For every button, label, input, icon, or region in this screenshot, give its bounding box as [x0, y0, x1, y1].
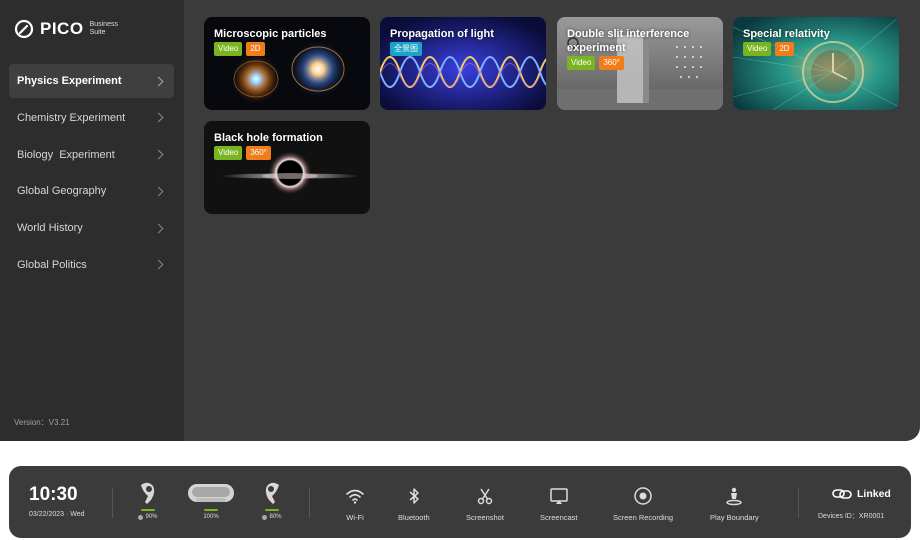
sidebar-item-label: Biology Experiment: [17, 148, 115, 161]
sidebar: PICO Business Suite Physics Experiment C…: [0, 0, 184, 441]
battery-level-bar: [204, 509, 218, 511]
brand-logo: PICO Business Suite: [14, 19, 130, 39]
card-title: Special relativity: [743, 28, 830, 40]
divider: [798, 488, 799, 518]
tag-video: Video: [214, 146, 243, 160]
status-bar: 10:30 03/22/2023 · Wed 90% 100% 80% Wi-F…: [9, 466, 911, 538]
scissors-icon: [477, 488, 493, 505]
sidebar-item-label: Physics Experiment: [17, 75, 122, 87]
sidebar-item-label: Global Geography: [17, 185, 107, 198]
screen-recording-label: Screen Recording: [613, 513, 674, 522]
content-card-black-hole[interactable]: Black hole formation Video 360°: [204, 121, 370, 214]
sidebar-item-history[interactable]: World History: [9, 211, 174, 245]
headset-icon: [188, 484, 234, 502]
chevron-right-icon: [153, 76, 164, 86]
card-tags: 全景图: [390, 42, 422, 56]
tag-panorama: 全景图: [390, 42, 422, 56]
content-card-propagation-of-light[interactable]: Propagation of light 全景图: [380, 17, 546, 110]
tag-format: 2D: [775, 42, 794, 56]
card-tags: Video 360°: [214, 146, 271, 160]
link-status-label: Linked: [857, 488, 891, 500]
link-status: Linked: [832, 488, 891, 500]
category-nav: Physics Experiment Chemistry Experiment …: [9, 64, 174, 285]
card-title: Propagation of light: [390, 28, 494, 40]
bluetooth-label: Bluetooth: [398, 513, 430, 522]
card-title: Black hole formation: [214, 132, 323, 144]
play-boundary-label: Play Boundary: [710, 513, 759, 522]
bluetooth-icon: [409, 488, 419, 504]
screenshot-button[interactable]: Screenshot: [466, 486, 504, 522]
clock-date: 03/22/2023 · Wed: [29, 511, 85, 518]
link-icon: [832, 489, 852, 499]
controller-dot-icon: [262, 514, 268, 520]
screencast-icon: [550, 488, 568, 504]
pico-logo-icon: [14, 19, 34, 39]
chevron-right-icon: [153, 223, 164, 234]
screencast-button[interactable]: Screencast: [540, 486, 578, 522]
sidebar-item-label: Global Politics: [17, 258, 87, 271]
card-tags: Video 360°: [567, 56, 624, 70]
card-title: Microscopic particles: [214, 28, 327, 40]
chevron-right-icon: [153, 186, 164, 197]
battery-level-bar: [141, 509, 155, 511]
brand-subtitle: Business Suite: [89, 21, 118, 36]
card-title: Double slit interference experiment: [567, 28, 690, 54]
screenshot-label: Screenshot: [466, 513, 504, 522]
main-window: PICO Business Suite Physics Experiment C…: [0, 0, 920, 441]
content-card-double-slit[interactable]: Double slit interference experiment Vide…: [557, 17, 723, 110]
screen-recording-button[interactable]: Screen Recording: [613, 486, 673, 522]
battery-level-bar: [265, 509, 279, 511]
battery-label: 90%: [138, 514, 158, 520]
play-boundary-button[interactable]: Play Boundary: [710, 486, 759, 522]
tag-format: 360°: [246, 146, 271, 160]
sidebar-item-politics[interactable]: Global Politics: [9, 248, 174, 282]
chevron-right-icon: [153, 112, 164, 123]
tag-format: 360°: [599, 56, 624, 70]
controller-right-status: 80%: [259, 480, 285, 520]
sidebar-item-biology[interactable]: Biology Experiment: [9, 138, 174, 172]
sidebar-item-geography[interactable]: Global Geography: [9, 174, 174, 208]
sidebar-item-label: Chemistry Experiment: [17, 111, 126, 124]
tag-video: Video: [567, 56, 596, 70]
wifi-button[interactable]: Wi-Fi: [345, 486, 365, 522]
chevron-right-icon: [153, 260, 164, 270]
wifi-icon: [346, 489, 364, 504]
sidebar-item-label: World History: [17, 222, 83, 235]
card-tags: Video 2D: [214, 42, 265, 56]
headset-status: 100%: [186, 480, 236, 520]
chevron-right-icon: [153, 149, 164, 160]
brand-name: PICO: [40, 19, 84, 38]
sidebar-item-physics[interactable]: Physics Experiment: [9, 64, 174, 98]
controller-dot-icon: [138, 514, 144, 520]
tag-video: Video: [743, 42, 772, 56]
device-id: Devices ID：XR0001: [818, 513, 885, 520]
play-boundary-icon: [726, 487, 743, 506]
battery-label: 100%: [203, 514, 219, 520]
battery-label: 80%: [262, 514, 282, 520]
controller-right-icon: [265, 482, 279, 504]
screencast-label: Screencast: [540, 513, 578, 522]
wifi-label: Wi-Fi: [346, 513, 364, 522]
clock-time: 10:30: [29, 484, 78, 505]
divider: [309, 488, 310, 518]
divider: [112, 488, 113, 518]
version-label: Version：V3.21: [14, 418, 70, 427]
card-tags: Video 2D: [743, 42, 794, 56]
tag-format: 2D: [246, 42, 265, 56]
content-card-microscopic-particles[interactable]: Microscopic particles Video 2D: [204, 17, 370, 110]
sidebar-item-chemistry[interactable]: Chemistry Experiment: [9, 101, 174, 135]
tag-video: Video: [214, 42, 243, 56]
controller-left-icon: [141, 482, 155, 504]
content-card-special-relativity[interactable]: Special relativity Video 2D: [733, 17, 899, 110]
bluetooth-button[interactable]: Bluetooth: [398, 486, 430, 522]
controller-left-status: 90%: [135, 480, 161, 520]
record-icon: [634, 487, 652, 505]
